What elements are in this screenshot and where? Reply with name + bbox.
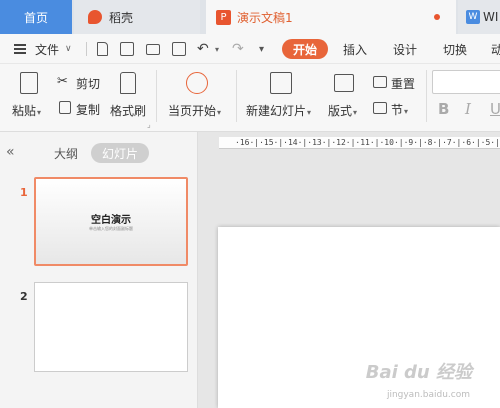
tab-slides[interactable]: 幻灯片: [91, 143, 149, 163]
tab-daoke-label: 稻壳: [109, 10, 134, 25]
divider: [426, 70, 427, 122]
customize-chevron-icon[interactable]: ▾: [259, 34, 264, 64]
tab-design[interactable]: 设计: [393, 34, 417, 64]
reset-button[interactable]: 重置: [391, 75, 415, 92]
format-painter-icon[interactable]: [120, 72, 136, 94]
layout-button[interactable]: 版式: [328, 104, 352, 118]
tab-start[interactable]: 开始: [282, 39, 328, 59]
tab-home-label: 首页: [23, 10, 48, 25]
font-name-input[interactable]: [432, 70, 500, 94]
new-file-icon[interactable]: [97, 42, 108, 56]
cut-button[interactable]: 剪切: [76, 75, 100, 92]
tab-document-label: 演示文稿1: [237, 10, 293, 25]
new-slide-button[interactable]: 新建幻灯片: [246, 104, 306, 118]
layout-icon[interactable]: [334, 74, 354, 92]
underline-button[interactable]: U: [490, 100, 500, 118]
print-preview-icon[interactable]: [172, 42, 186, 56]
divider: [156, 70, 157, 122]
tab-home[interactable]: 首页: [0, 0, 72, 34]
play-from-current-button[interactable]: 当页开始: [168, 104, 216, 118]
slide-thumbnail-subtitle: 单击输入您的封面副标题: [89, 226, 133, 231]
tab-insert[interactable]: 插入: [343, 34, 367, 64]
collapse-panel-icon[interactable]: «: [6, 144, 15, 160]
paste-label: 粘贴: [12, 104, 37, 118]
play-icon[interactable]: [186, 72, 208, 94]
tab-switch[interactable]: 切换: [443, 34, 467, 64]
unsaved-dot-icon: [434, 14, 440, 20]
slide-thumbnail-1[interactable]: 空白演示 单击输入您的封面副标题: [34, 177, 188, 266]
paste-icon: [20, 72, 38, 94]
redo-icon[interactable]: ↷: [232, 34, 244, 64]
chevron-down-icon[interactable]: ∨: [65, 34, 72, 64]
ribbon: 粘贴▾ ✂ 剪切 复制 格式刷 当页开始▾ 新建幻灯片▾ 版式▾ 重置 节▾ B…: [0, 64, 500, 132]
bold-button[interactable]: B: [438, 100, 449, 118]
slide-number: 2: [20, 290, 28, 303]
horizontal-ruler: ·16·|·15·|·14·|·13·|·12·|·11·|·10·|·9·|·…: [219, 137, 500, 149]
section-button[interactable]: 节: [391, 103, 403, 117]
italic-button[interactable]: I: [465, 100, 471, 118]
copy-icon[interactable]: [59, 101, 71, 114]
print-icon[interactable]: [146, 44, 160, 55]
scissors-icon[interactable]: ✂: [57, 74, 68, 89]
clipboard-expand-icon[interactable]: ⌟: [147, 120, 151, 129]
new-slide-icon[interactable]: [270, 72, 292, 94]
copy-button[interactable]: 复制: [76, 101, 100, 118]
save-icon[interactable]: [120, 42, 134, 56]
tab-daoke[interactable]: 稻壳: [74, 0, 200, 34]
tab-bar: 首页 稻壳 P 演示文稿1 W WI: [0, 0, 500, 34]
daoke-icon: [88, 10, 102, 24]
menu-bar: 文件 ∨ ↶ ▾ ↷ ▾ 开始 插入 设计 切换 动: [0, 34, 500, 64]
slide-number: 1: [20, 186, 28, 199]
slide-editor: ·16·|·15·|·14·|·13·|·12·|·11·|·10·|·9·|·…: [199, 132, 500, 408]
tab-document[interactable]: P 演示文稿1: [206, 0, 456, 34]
watermark: Bai du 经验: [365, 362, 472, 383]
writer-icon: W: [466, 10, 480, 24]
undo-dropdown-icon[interactable]: ▾: [215, 34, 219, 64]
tab-animation[interactable]: 动: [491, 34, 500, 64]
undo-icon[interactable]: ↶: [197, 34, 209, 64]
format-painter-button[interactable]: 格式刷: [110, 102, 146, 119]
menu-icon[interactable]: [14, 34, 32, 64]
slides-panel: « 大纲 幻灯片 1 空白演示 单击输入您的封面副标题 2: [0, 132, 198, 408]
presentation-icon: P: [216, 9, 231, 25]
slide-thumbnail-title: 空白演示: [91, 215, 131, 226]
section-icon[interactable]: [373, 102, 387, 114]
file-menu[interactable]: 文件: [35, 34, 59, 64]
tab-writer[interactable]: W WI: [458, 0, 500, 34]
tab-outline[interactable]: 大纲: [54, 145, 78, 162]
divider: [86, 42, 87, 56]
slide-thumbnail-2[interactable]: [34, 282, 188, 372]
tab-writer-label: WI: [483, 10, 499, 24]
watermark-url: jingyan.baidu.com: [386, 390, 470, 400]
reset-icon[interactable]: [373, 76, 387, 88]
divider: [236, 70, 237, 122]
